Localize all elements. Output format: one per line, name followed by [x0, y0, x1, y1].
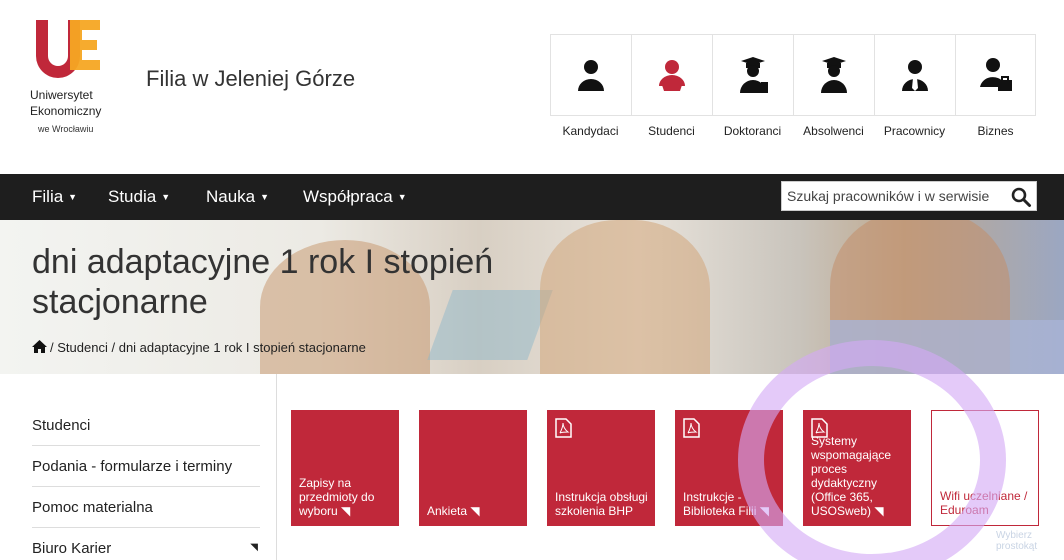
- external-link-icon: ◥: [250, 542, 258, 553]
- portal-absolwenci[interactable]: Absolwenci: [793, 34, 874, 150]
- tile-label: Systemy wspomagające proces dydaktyczny …: [811, 434, 892, 518]
- student-icon: [659, 60, 685, 91]
- caret-down-icon: ▼: [68, 192, 78, 202]
- breadcrumb-current: dni adaptacyjne 1 rok I stopień stacjona…: [118, 340, 366, 355]
- pdf-icon: [683, 418, 700, 438]
- pdf-icon: [555, 418, 572, 438]
- caret-down-icon: ▼: [260, 192, 270, 202]
- portal-pracownicy[interactable]: Pracownicy: [874, 34, 955, 150]
- portal-label: Absolwenci: [803, 124, 864, 138]
- tile-wifi[interactable]: Wifi uczelniane / Eduroam: [931, 410, 1039, 526]
- page-title: dni adaptacyjne 1 rok I stopień stacjona…: [32, 243, 494, 321]
- breadcrumb-separator: /: [111, 340, 116, 355]
- portal-label: Biznes: [977, 124, 1014, 138]
- logo-text-line2: Ekonomiczny: [30, 104, 102, 118]
- sidebar-menu: Studenci Podania - formularze i terminy …: [32, 405, 260, 560]
- home-icon[interactable]: [32, 340, 47, 353]
- nav-studia[interactable]: Studia ▼: [108, 187, 170, 207]
- portal-label: Doktoranci: [723, 124, 782, 138]
- employee-icon: [902, 60, 928, 91]
- portal-biznes[interactable]: Biznes: [955, 34, 1036, 150]
- sidebar-item-label: Studenci: [32, 417, 91, 434]
- tile-systemy[interactable]: Systemy wspomagające proces dydaktyczny …: [803, 410, 911, 526]
- portal-studenci[interactable]: Studenci: [631, 34, 712, 150]
- search-icon[interactable]: [1010, 186, 1032, 208]
- portal-label: Studenci: [648, 124, 695, 138]
- nav-wspolpraca[interactable]: Współpraca ▼: [303, 187, 407, 207]
- tile-instrukcje-biblioteka[interactable]: Instrukcje - Biblioteka Filii ◥: [675, 410, 783, 526]
- caret-down-icon: ▼: [161, 192, 171, 202]
- tile-label: Instrukcja obsługi szkolenia BHP: [555, 490, 648, 518]
- graduate-icon: [821, 57, 847, 93]
- sidebar-item-pomoc[interactable]: Pomoc materialna: [32, 487, 260, 528]
- divider: [276, 374, 277, 560]
- sidebar-item-label: Pomoc materialna: [32, 499, 153, 516]
- sidebar-item-studenci[interactable]: Studenci: [32, 405, 260, 446]
- nav-label: Filia: [32, 187, 64, 206]
- breadcrumb-separator: /: [50, 340, 54, 355]
- logo-text-line3: we Wrocławiu: [38, 124, 94, 134]
- logo-text-line1: Uniwersytet: [30, 88, 93, 102]
- person-icon: [578, 60, 604, 91]
- breadcrumb: / Studenci / dni adaptacyjne 1 rok I sto…: [32, 340, 366, 355]
- nav-filia[interactable]: Filia ▼: [32, 187, 77, 207]
- business-icon: [979, 58, 1012, 91]
- ue-logo-mark: [36, 20, 100, 78]
- sidebar-item-biuro-karier[interactable]: Biuro Karier ◥: [32, 528, 260, 560]
- site-header: Uniwersytet Ekonomiczny we Wrocławiu Fil…: [0, 0, 1064, 174]
- tile-label: Instrukcje - Biblioteka Filii: [683, 490, 757, 518]
- nav-label: Studia: [108, 187, 157, 206]
- university-logo[interactable]: Uniwersytet Ekonomiczny we Wrocławiu: [30, 18, 130, 148]
- portal-kandydaci[interactable]: Kandydaci: [550, 34, 631, 150]
- nav-nauka[interactable]: Nauka ▼: [206, 187, 269, 207]
- search-input[interactable]: [782, 182, 1000, 210]
- sidebar-item-label: Podania - formularze i terminy: [32, 458, 233, 475]
- nav-label: Współpraca: [303, 187, 393, 206]
- hero-banner: dni adaptacyjne 1 rok I stopień stacjona…: [0, 220, 1064, 374]
- tile-instrukcja-bhp[interactable]: Instrukcja obsługi szkolenia BHP: [547, 410, 655, 526]
- nav-label: Nauka: [206, 187, 256, 206]
- doctorate-icon: [740, 57, 768, 93]
- tile-zapisy[interactable]: Zapisy na przedmioty do wyboru ◥: [291, 410, 399, 526]
- search-box: [781, 181, 1037, 211]
- portal-label: Pracownicy: [883, 124, 946, 138]
- overlay-text: Wybierz prostokąt: [996, 530, 1038, 552]
- portal-label: Kandydaci: [562, 124, 619, 138]
- sidebar-item-label: Biuro Karier: [32, 540, 112, 557]
- tile-label: Zapisy na przedmioty do wyboru: [299, 476, 375, 518]
- tile-label: Wifi uczelniane / Eduroam: [940, 489, 1028, 517]
- breadcrumb-studenci[interactable]: Studenci: [57, 340, 108, 355]
- tile-label: Ankieta: [427, 504, 468, 518]
- portal-doktoranci[interactable]: Doktoranci: [712, 34, 793, 150]
- site-name: Filia w Jeleniej Górze: [146, 66, 356, 91]
- tile-ankieta[interactable]: Ankieta ◥: [419, 410, 527, 526]
- caret-down-icon: ▼: [397, 192, 407, 202]
- hero-photo-detail: [830, 320, 1064, 374]
- sidebar-item-podania[interactable]: Podania - formularze i terminy: [32, 446, 260, 487]
- portal-links: Kandydaci Studenci Doktoranci Absolwenci…: [550, 34, 1036, 150]
